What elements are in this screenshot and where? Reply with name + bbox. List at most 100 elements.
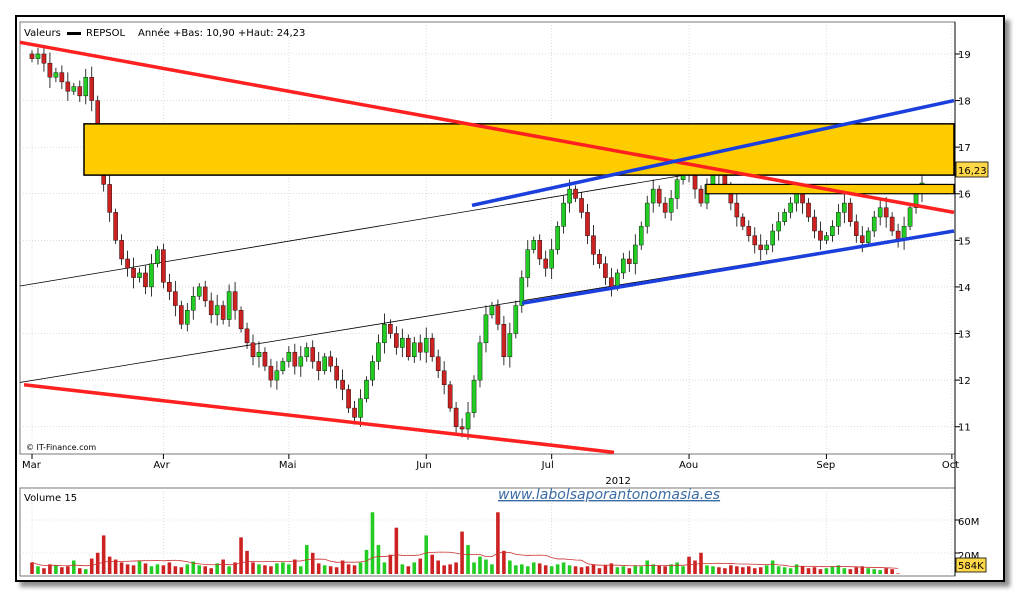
- volume-bar: [66, 566, 70, 574]
- candle-body: [889, 216, 895, 232]
- candle-body: [161, 249, 166, 283]
- candle-body: [226, 291, 232, 320]
- time-tick-label: Jun: [415, 460, 432, 471]
- candle-body: [400, 337, 405, 348]
- volume-bar: [621, 566, 626, 574]
- candle-body: [495, 305, 501, 325]
- volume-bar: [472, 562, 476, 574]
- volume-bar: [72, 560, 76, 574]
- candle-body: [800, 193, 805, 204]
- price-axis: 19 18 17 16 15 14 13 12 11: [955, 50, 971, 434]
- volume-bar: [681, 566, 685, 574]
- volume-bar: [872, 569, 877, 574]
- candle-body: [668, 198, 674, 213]
- price-tick-label: 12: [958, 376, 971, 387]
- volume-bar: [502, 550, 506, 574]
- candle-body: [310, 347, 316, 362]
- volume-bar: [167, 562, 172, 574]
- candle-body: [382, 323, 387, 344]
- candle-body: [340, 379, 345, 390]
- candle-body: [770, 230, 775, 246]
- candle-body: [627, 258, 632, 264]
- candle-body: [358, 398, 363, 418]
- candle-body: [286, 351, 292, 362]
- candle-body: [65, 81, 71, 92]
- volume-bar: [603, 565, 608, 574]
- volume-bar: [48, 564, 52, 574]
- candle-body: [435, 356, 441, 371]
- candle-body: [220, 305, 226, 320]
- volume-bar: [209, 568, 213, 574]
- volume-bar: [173, 566, 178, 574]
- candle-body: [537, 240, 543, 260]
- volume-bar: [131, 565, 136, 574]
- volume-bar: [776, 566, 781, 574]
- candle-body: [232, 291, 238, 311]
- candle-body: [370, 361, 375, 381]
- volume-bar: [549, 566, 554, 574]
- candle-body: [561, 202, 566, 227]
- volume-bar: [782, 567, 787, 574]
- candle-body: [429, 337, 435, 358]
- candle-body: [447, 384, 453, 409]
- candle-body: [137, 272, 142, 278]
- volume-bar: [711, 566, 715, 574]
- candle-body: [131, 268, 136, 278]
- volume-bar: [221, 559, 225, 574]
- candle-body: [107, 184, 112, 213]
- volume-bar: [520, 564, 524, 574]
- volume-bar: [508, 560, 512, 574]
- candle-body: [41, 53, 47, 64]
- volume-bar: [179, 567, 184, 574]
- candle-body: [543, 258, 548, 269]
- candle-body: [77, 86, 83, 97]
- candle-body: [632, 244, 638, 264]
- chart-frame: 19 18 17 16 15 14 13 12 11 Mar Avr Mai Jun Jul Aou Sep…: [15, 15, 1005, 582]
- volume-bar: [358, 562, 363, 574]
- time-tick-label: Sep: [816, 460, 835, 471]
- volume-bar: [400, 564, 405, 574]
- price-tick-label: 13: [958, 330, 971, 341]
- volume-bar: [693, 560, 697, 574]
- candle-body: [59, 72, 65, 83]
- candle-body: [812, 216, 817, 232]
- candle-body: [609, 277, 614, 288]
- volume-bar: [376, 545, 381, 574]
- volume-bar: [227, 566, 231, 574]
- candle-body: [806, 202, 811, 218]
- volume-bar: [531, 562, 536, 574]
- source-label: © IT-Finance.com: [26, 443, 96, 452]
- candle-body: [644, 202, 650, 227]
- candle-body: [782, 212, 787, 222]
- candle-body: [597, 254, 602, 264]
- candle-body: [352, 407, 357, 418]
- candle-body: [848, 202, 853, 222]
- volume-bar: [752, 568, 757, 574]
- volume-bar: [573, 566, 578, 574]
- volume-bar: [735, 566, 739, 574]
- candle-body: [214, 305, 220, 316]
- volume-bar: [275, 563, 279, 574]
- volume-bar: [287, 564, 291, 574]
- candle-body: [483, 314, 489, 344]
- volume-bar: [460, 531, 464, 574]
- candle-body: [836, 212, 841, 227]
- candle-body: [185, 310, 190, 325]
- volume-bar: [42, 568, 46, 574]
- candle-body: [292, 351, 298, 367]
- volume-bar: [388, 554, 393, 574]
- candle-body: [388, 323, 393, 334]
- candle-body: [501, 323, 507, 358]
- candle-body: [244, 328, 250, 344]
- volume-bar: [705, 565, 709, 574]
- candle-body: [316, 361, 322, 371]
- candle-body: [752, 235, 758, 246]
- candle-body: [674, 179, 680, 199]
- candle-body: [471, 379, 477, 413]
- candle-body: [555, 226, 560, 250]
- candle-body: [83, 77, 89, 97]
- volume-bar: [442, 565, 446, 574]
- volume-bar: [364, 549, 369, 574]
- volume-bar: [525, 566, 530, 574]
- candle-body: [794, 193, 799, 204]
